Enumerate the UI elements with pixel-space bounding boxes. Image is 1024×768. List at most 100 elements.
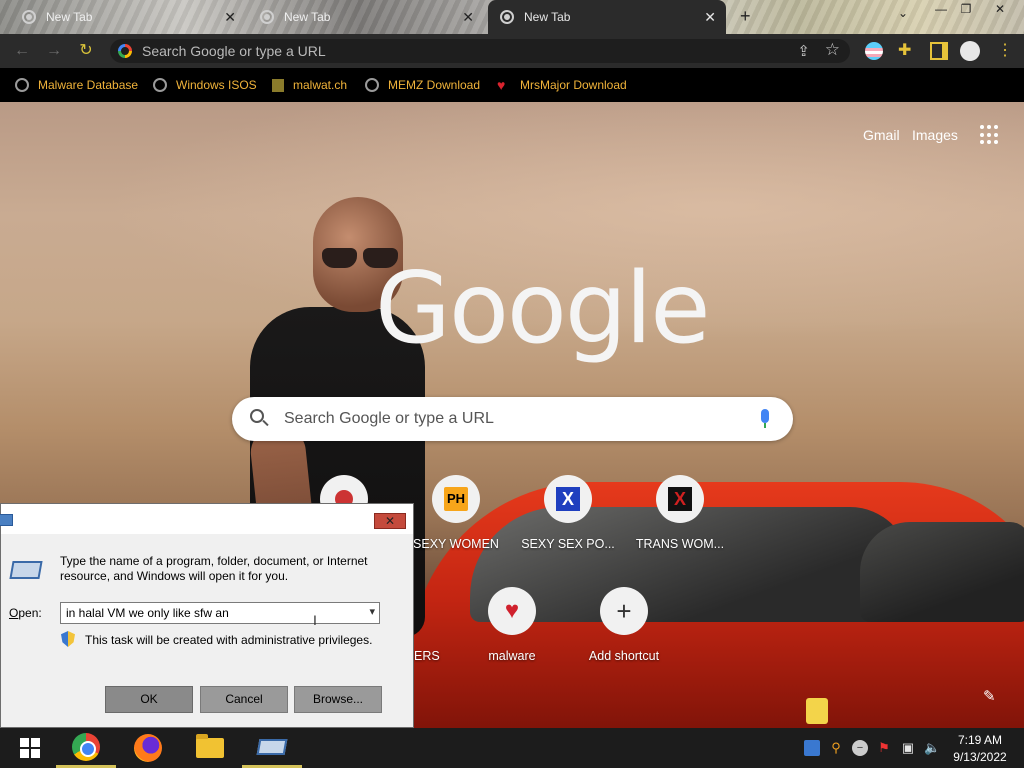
windows-logo-icon [20, 738, 40, 758]
maximize-button[interactable]: ❐ [955, 2, 977, 16]
tray-volume-icon[interactable]: 🔈 [924, 740, 940, 756]
taskbar: ⚲ − ⚑ ▣ 🔈 7:19 AM 9/13/2022 [0, 728, 1024, 768]
tab-close-icon[interactable]: ✕ [224, 9, 236, 26]
tab-search-icon[interactable]: ⌄ [898, 6, 908, 20]
tab-close-icon[interactable]: ✕ [704, 9, 716, 26]
shortcut-circle: X [656, 475, 704, 523]
new-tab-button[interactable]: + [740, 6, 751, 27]
add-shortcut-button[interactable]: + Add shortcut [568, 587, 680, 663]
bookmark-label: malwat.ch [293, 78, 348, 92]
plus-icon: + [616, 596, 632, 626]
tab-2[interactable]: New Tab ✕ [248, 0, 484, 34]
minimize-button[interactable]: — [930, 2, 952, 16]
avatar-icon[interactable] [960, 41, 980, 61]
reload-icon[interactable]: ↻ [76, 41, 96, 61]
shortcut-sexy-women[interactable]: PH SEXY WOMEN [400, 475, 512, 551]
taskbar-chrome[interactable] [56, 728, 116, 768]
chrome-favicon-icon [260, 10, 274, 24]
bookmarks-bar: Malware Database Windows ISOS malwat.ch … [0, 68, 1024, 102]
run-icon [256, 738, 288, 755]
close-window-button[interactable]: ✕ [989, 2, 1011, 16]
menu-icon[interactable]: ⋮ [996, 42, 1014, 60]
bookmark-malware-database[interactable]: Malware Database [15, 77, 138, 93]
shortcut-malware[interactable]: ♥ malware [456, 587, 568, 663]
clock-date[interactable]: 9/13/2022 [945, 750, 1015, 764]
tab-strip: New Tab ✕ New Tab ✕ New Tab ✕ + ⌄ — ❐ ✕ [0, 0, 1024, 34]
run-icon [0, 514, 13, 526]
bookmark-label: MrsMajor Download [520, 78, 627, 92]
tab-title: New Tab [284, 10, 331, 24]
share-icon[interactable]: ⇪ [797, 42, 810, 60]
tray-network-icon[interactable]: ▣ [900, 740, 916, 756]
ntp-search-box[interactable]: Search Google or type a URL [232, 397, 793, 441]
shortcut-label: SEXY WOMEN [413, 537, 499, 551]
bookmark-malwatch[interactable]: malwat.ch [272, 77, 347, 93]
taskbar-file-explorer[interactable] [180, 728, 240, 768]
gmail-link[interactable]: Gmail [863, 127, 900, 143]
tab-3-active[interactable]: New Tab ✕ [488, 0, 726, 34]
taskbar-run[interactable] [242, 728, 302, 768]
google-logo: Google [375, 252, 711, 366]
tray-search-icon[interactable]: ⚲ [828, 740, 844, 756]
shortcut-label: Add shortcut [588, 649, 660, 663]
shortcut-circle: + [600, 587, 648, 635]
dialog-titlebar[interactable]: ✕ [0, 504, 413, 534]
forward-icon[interactable]: → [44, 41, 64, 61]
tray-flag-icon[interactable]: ⚑ [876, 740, 892, 756]
dialog-close-button[interactable]: ✕ [374, 513, 406, 529]
ntp-search-placeholder: Search Google or type a URL [284, 410, 494, 427]
heart-icon: ♥ [497, 77, 506, 93]
shortcut-label: malware [488, 649, 536, 663]
heart-icon: ♥ [504, 597, 520, 624]
tab-1[interactable]: New Tab ✕ [10, 0, 246, 34]
ferrari-badge-icon [806, 698, 828, 724]
start-button[interactable] [0, 728, 60, 768]
apps-grid-icon[interactable] [980, 125, 1000, 145]
x-logo-icon: X [556, 487, 580, 511]
google-g-icon [118, 44, 132, 58]
admin-privileges-note: This task will be created with administr… [85, 633, 373, 647]
tray-network-drive-icon[interactable] [804, 740, 820, 756]
bookmark-windows-isos[interactable]: Windows ISOS [153, 77, 257, 93]
text-cursor-icon: I [313, 612, 317, 628]
shortcut-circle: PH [432, 475, 480, 523]
globe-icon [365, 78, 379, 92]
chrome-icon [72, 732, 100, 761]
open-combobox[interactable]: ▾ [60, 602, 380, 624]
back-icon[interactable]: ← [12, 41, 32, 61]
browse-button[interactable]: Browse... [294, 686, 382, 713]
shortcut-sexy-sex-po[interactable]: X SEXY SEX PO... [512, 475, 624, 551]
ok-button[interactable]: OK [105, 686, 193, 713]
plant-icon [272, 78, 284, 92]
bookmark-memz-download[interactable]: MEMZ Download [365, 77, 480, 93]
chevron-down-icon[interactable]: ▾ [369, 605, 375, 618]
omnibox-placeholder: Search Google or type a URL [142, 43, 326, 59]
firefox-icon [134, 734, 162, 762]
uac-shield-icon [61, 631, 75, 647]
customize-pencil-icon[interactable]: ✎ [983, 687, 996, 705]
omnibox[interactable]: Search Google or type a URL ⇪ ☆ [110, 39, 850, 63]
folder-icon [196, 734, 224, 758]
dialog-description: Type the name of a program, folder, docu… [60, 554, 368, 583]
bookmark-mrsmajor-download[interactable]: ♥ MrsMajor Download [497, 77, 627, 93]
bookmark-label: Windows ISOS [176, 78, 257, 92]
chrome-favicon-icon [500, 10, 514, 24]
sidepanel-icon[interactable] [930, 42, 948, 60]
microphone-icon[interactable] [761, 409, 769, 428]
images-link[interactable]: Images [912, 127, 958, 143]
run-program-icon [9, 561, 43, 579]
extensions-icon[interactable]: ✚ [898, 42, 916, 60]
tab-close-icon[interactable]: ✕ [462, 9, 474, 26]
tray-status-icon[interactable]: − [852, 740, 868, 756]
chrome-favicon-icon [22, 10, 36, 24]
star-icon[interactable]: ☆ [825, 40, 840, 60]
browser-toolbar: ← → ↻ Search Google or type a URL ⇪ ☆ ✚ … [0, 34, 1024, 68]
run-dialog: ✕ Type the name of a program, folder, do… [0, 503, 414, 728]
taskbar-firefox[interactable] [118, 728, 178, 768]
clock-time[interactable]: 7:19 AM [950, 733, 1010, 747]
profile-flag-icon[interactable] [865, 42, 883, 60]
x-logo-icon: X [668, 487, 692, 511]
shortcut-trans-wom[interactable]: X TRANS WOM... [624, 475, 736, 551]
background-car-window [860, 522, 1024, 622]
cancel-button[interactable]: Cancel [200, 686, 288, 713]
